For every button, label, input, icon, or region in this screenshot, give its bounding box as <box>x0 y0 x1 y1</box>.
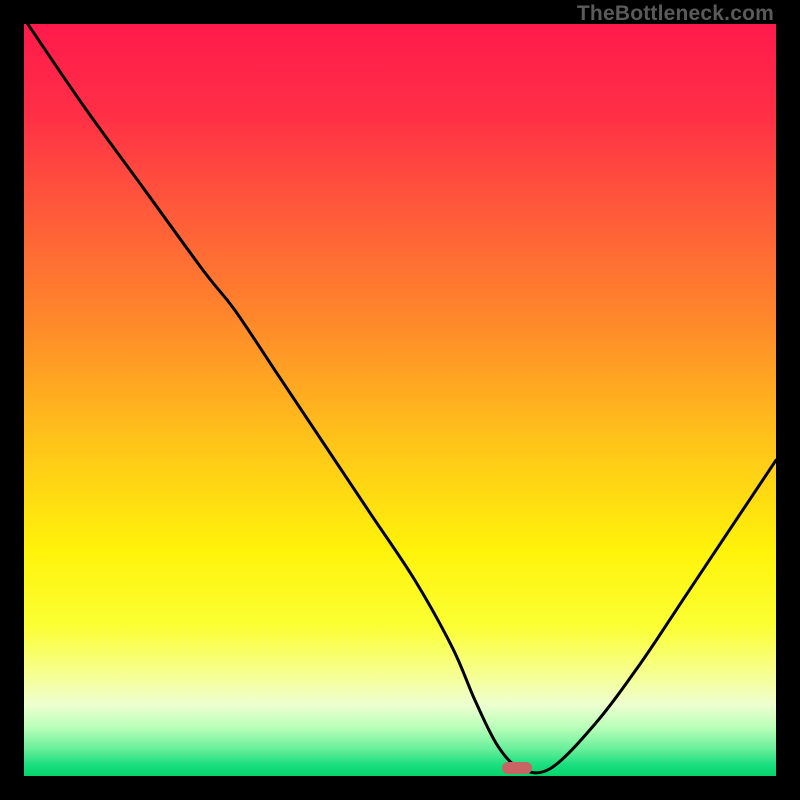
optimal-marker <box>502 762 532 774</box>
bottleneck-curve <box>24 24 776 776</box>
plot-area <box>24 24 776 776</box>
watermark-text: TheBottleneck.com <box>577 2 774 26</box>
chart-frame: TheBottleneck.com <box>0 0 800 800</box>
